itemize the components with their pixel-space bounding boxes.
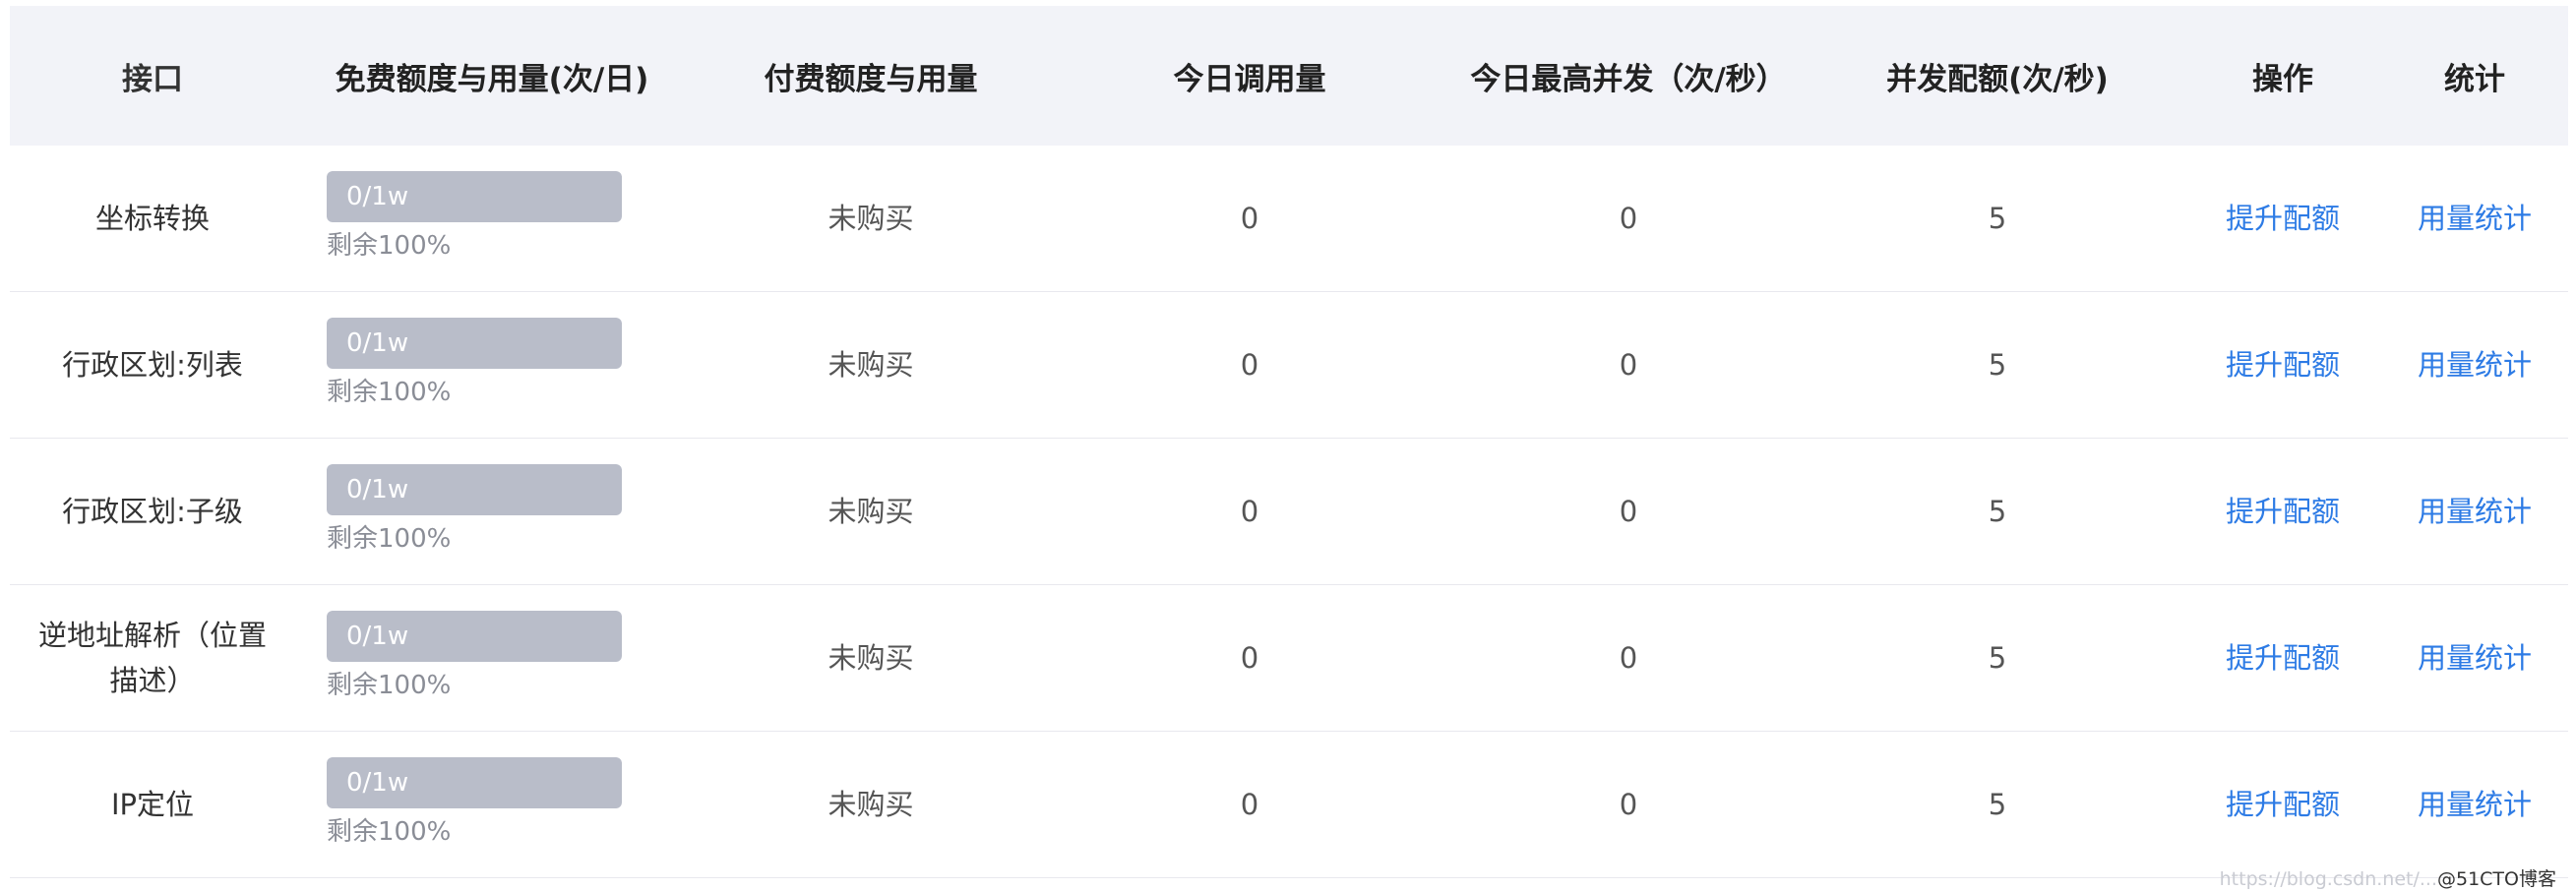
concurrency-quota: 5 [1988,347,2007,382]
usage-progress-bar: 0/1w [327,611,622,662]
api-name-text: 行政区划:列表 [62,348,243,382]
stat-cell: 用量统计 [2381,146,2568,291]
free-quota-usage: 0/1w 剩余100% [327,171,622,266]
peak-concurrency: 0 [1619,347,1638,382]
usage-progress-text: 0/1w [346,475,409,505]
free-quota-cell: 0/1w 剩余100% [295,439,689,584]
op-cell: 提升配额 [2184,439,2381,584]
remaining-percent: 剩余100% [327,817,452,847]
free-quota-usage: 0/1w 剩余100% [327,464,622,559]
table-row: 坐标转换 0/1w 剩余100% 未购买 0 0 5 提升配额 用量统计 [10,146,2568,292]
stat-cell: 用量统计 [2381,292,2568,438]
api-name-text: 行政区划:子级 [62,495,243,528]
usage-stats-link[interactable]: 用量统计 [2418,490,2532,534]
api-name: 行政区划:子级 [10,439,295,584]
paid-quota: 未购买 [828,201,914,235]
table-row: 逆地址解析（位置描述） 0/1w 剩余100% 未购买 0 0 5 提升配额 用… [10,585,2568,732]
usage-progress-text: 0/1w [346,622,409,651]
today-calls: 0 [1240,347,1259,382]
concurrency-quota: 5 [1988,640,2007,675]
today-calls: 0 [1240,640,1259,675]
peak-concurrency: 0 [1619,640,1638,675]
today-calls: 0 [1240,201,1259,235]
api-name-text: 逆地址解析（位置描述） [37,619,267,697]
today-calls: 0 [1240,787,1259,821]
free-quota-usage: 0/1w 剩余100% [327,611,622,705]
header-paid-quota: 付费额度与用量 [764,61,978,97]
raise-quota-link[interactable]: 提升配额 [2226,490,2340,534]
free-quota-cell: 0/1w 剩余100% [295,732,689,877]
usage-progress-text: 0/1w [346,328,409,358]
raise-quota-link[interactable]: 提升配额 [2226,783,2340,827]
header-statistics: 统计 [2444,61,2505,97]
raise-quota-link[interactable]: 提升配额 [2226,343,2340,387]
free-quota-cell: 0/1w 剩余100% [295,585,689,731]
stat-cell: 用量统计 [2381,585,2568,731]
usage-stats-link[interactable]: 用量统计 [2418,343,2532,387]
free-quota-cell: 0/1w 剩余100% [295,146,689,291]
paid-quota: 未购买 [828,640,914,675]
concurrency-quota: 5 [1988,201,2007,235]
paid-quota: 未购买 [828,494,914,528]
raise-quota-link[interactable]: 提升配额 [2226,636,2340,681]
usage-progress-bar: 0/1w [327,464,622,515]
peak-concurrency: 0 [1619,201,1638,235]
usage-stats-link[interactable]: 用量统计 [2418,783,2532,827]
table-row: 行政区划:列表 0/1w 剩余100% 未购买 0 0 5 提升配额 用量统计 [10,292,2568,439]
api-name: IP定位 [10,732,295,877]
header-api: 接口 [122,61,183,97]
op-cell: 提升配额 [2184,732,2381,877]
usage-stats-link[interactable]: 用量统计 [2418,636,2532,681]
remaining-percent: 剩余100% [327,378,452,407]
op-cell: 提升配额 [2184,585,2381,731]
concurrency-quota: 5 [1988,787,2007,821]
api-name: 坐标转换 [10,146,295,291]
watermark: https://blog.csdn.net/...@51CTO博客 [2220,864,2556,891]
free-quota-usage: 0/1w 剩余100% [327,318,622,412]
peak-concurrency: 0 [1619,494,1638,528]
paid-quota: 未购买 [828,347,914,382]
table-body: 坐标转换 0/1w 剩余100% 未购买 0 0 5 提升配额 用量统计 行政区… [10,146,2568,878]
usage-progress-text: 0/1w [346,768,409,798]
concurrency-quota: 5 [1988,494,2007,528]
peak-concurrency: 0 [1619,787,1638,821]
header-operation: 操作 [2252,61,2313,97]
free-quota-cell: 0/1w 剩余100% [295,292,689,438]
usage-progress-bar: 0/1w [327,757,622,808]
table-row: IP定位 0/1w 剩余100% 未购买 0 0 5 提升配额 用量统计 [10,732,2568,878]
stat-cell: 用量统计 [2381,439,2568,584]
remaining-percent: 剩余100% [327,524,452,554]
header-peak-concurrency: 今日最高并发（次/秒） [1470,61,1787,97]
usage-progress-bar: 0/1w [327,318,622,369]
api-name-text: IP定位 [110,788,195,821]
today-calls: 0 [1240,494,1259,528]
table-row: 行政区划:子级 0/1w 剩余100% 未购买 0 0 5 提升配额 用量统计 [10,439,2568,585]
watermark-url: https://blog.csdn.net/... [2219,868,2437,890]
remaining-percent: 剩余100% [327,231,452,261]
api-name: 逆地址解析（位置描述） [10,585,295,731]
api-name-text: 坐标转换 [94,202,210,235]
header-concurrency-quota: 并发配额(次/秒) [1886,61,2109,97]
remaining-percent: 剩余100% [327,671,452,700]
free-quota-usage: 0/1w 剩余100% [327,757,622,852]
quota-table: 接口 免费额度与用量(次/日) 付费额度与用量 今日调用量 今日最高并发（次/秒… [10,6,2568,878]
raise-quota-link[interactable]: 提升配额 [2226,197,2340,241]
usage-progress-text: 0/1w [346,182,409,211]
op-cell: 提升配额 [2184,292,2381,438]
op-cell: 提升配额 [2184,146,2381,291]
paid-quota: 未购买 [828,787,914,821]
watermark-tag: @51CTO博客 [2436,868,2556,890]
usage-progress-bar: 0/1w [327,171,622,222]
header-free-quota: 免费额度与用量(次/日) [335,61,649,97]
api-name: 行政区划:列表 [10,292,295,438]
stat-cell: 用量统计 [2381,732,2568,877]
usage-stats-link[interactable]: 用量统计 [2418,197,2532,241]
header-today-calls: 今日调用量 [1173,61,1326,97]
table-header: 接口 免费额度与用量(次/日) 付费额度与用量 今日调用量 今日最高并发（次/秒… [10,6,2568,146]
